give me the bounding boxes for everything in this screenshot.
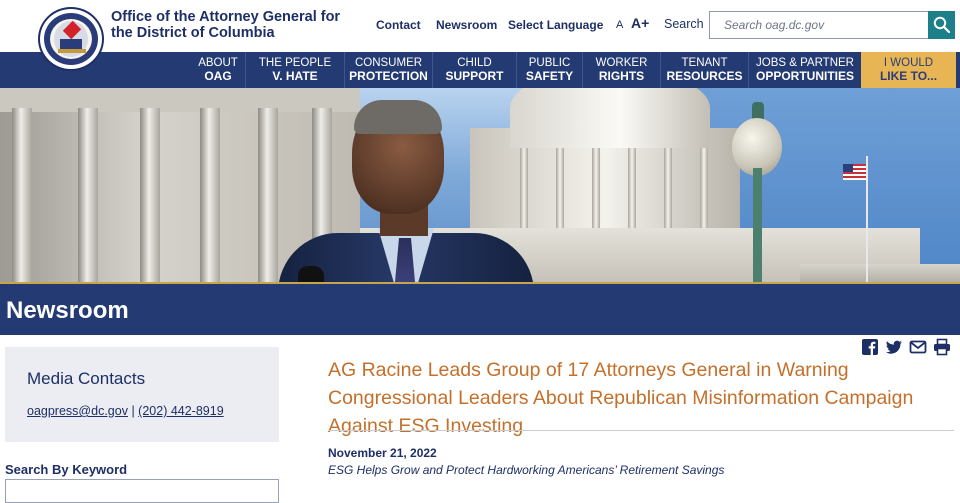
nav-item-tenant-resources[interactable]: TENANT RESOURCES [661,52,749,88]
newsroom-band [0,284,960,335]
nav-item-consumer-protection[interactable]: CONSUMER PROTECTION [345,52,433,88]
print-icon[interactable] [933,338,951,356]
search-button[interactable] [928,11,955,39]
nav-label-bottom: PROTECTION [349,69,428,83]
select-language-link[interactable]: Select Language [508,18,603,32]
article-divider [328,430,954,431]
nav-label-bottom: OPPORTUNITIES [755,69,854,83]
hero-column [12,108,32,282]
twitter-icon[interactable] [885,338,903,356]
search-icon [933,16,950,33]
article-title: AG Racine Leads Group of 17 Attorneys Ge… [328,359,914,437]
site-header: Office of the Attorney General for the D… [0,0,960,52]
nav-item-child-support[interactable]: CHILD SUPPORT [433,52,517,88]
hero-image [0,88,960,282]
hero-flag-pole [866,156,868,282]
keyword-search-input[interactable] [5,479,279,503]
nav-cta-i-would-like-to[interactable]: I WOULD LIKE TO... [861,52,956,88]
seal-base [58,49,86,53]
hero-person-hair [354,100,442,134]
cta-label-bottom: LIKE TO... [879,69,938,83]
facebook-icon[interactable] [861,338,879,356]
media-contacts-title: Media Contacts [27,369,146,388]
hero-column [258,108,278,282]
hero-building-cornice [0,88,360,112]
nav-label-bottom: SUPPORT [445,69,504,83]
font-decrease-button[interactable]: A [616,19,623,31]
search-input[interactable] [709,11,928,39]
nav-item-jobs-opportunities[interactable]: JOBS & PARTNER OPPORTUNITIES [749,52,861,88]
newsroom-link[interactable]: Newsroom [436,18,497,32]
main-nav: ABOUT OAG THE PEOPLE V. HATE CONSUMER PR… [0,52,960,88]
media-email-link[interactable]: oagpress@dc.gov [27,404,128,418]
search-keyword-label: Search By Keyword [5,462,128,477]
page-title: Newsroom [6,297,129,324]
hero-flag-canton [843,164,853,172]
hero-capitol-dome [510,88,710,148]
nav-label-bottom: SAFETY [525,69,574,83]
org-title[interactable]: Office of the Attorney General for the D… [111,9,351,41]
article-subtitle: ESG Helps Grow and Protect Hardworking A… [328,463,725,477]
nav-label-bottom: OAG [204,69,232,83]
nav-item-about-oag[interactable]: ABOUT OAG [198,52,238,88]
nav-label-bottom: RIGHTS [598,69,645,83]
oag-seal-logo[interactable] [38,7,104,71]
hero-microphone [298,266,324,282]
hero-roof-right [800,264,960,282]
seal-building [60,39,82,49]
nav-label-bottom: V. HATE [272,69,318,83]
article-date: November 21, 2022 [328,446,437,460]
media-contacts-box [5,347,279,442]
media-phone-link[interactable]: (202) 442-8919 [138,404,223,418]
media-contacts-line: oagpress@dc.gov | (202) 442-8919 [27,404,224,418]
hero-column [200,108,220,282]
nav-item-worker-rights[interactable]: WORKER RIGHTS [583,52,661,88]
font-increase-button[interactable]: A+ [631,15,649,31]
nav-label-bottom: RESOURCES [666,69,743,83]
hero-column [78,108,98,282]
hero-lamp-post [753,168,762,282]
media-separator: | [131,404,135,418]
email-icon[interactable] [909,338,927,356]
hero-column [140,108,160,282]
nav-item-people-v-hate[interactable]: THE PEOPLE V. HATE [245,52,345,88]
nav-item-public-safety[interactable]: PUBLIC SAFETY [517,52,583,88]
contact-link[interactable]: Contact [376,18,421,32]
search-label: Search [664,17,704,31]
